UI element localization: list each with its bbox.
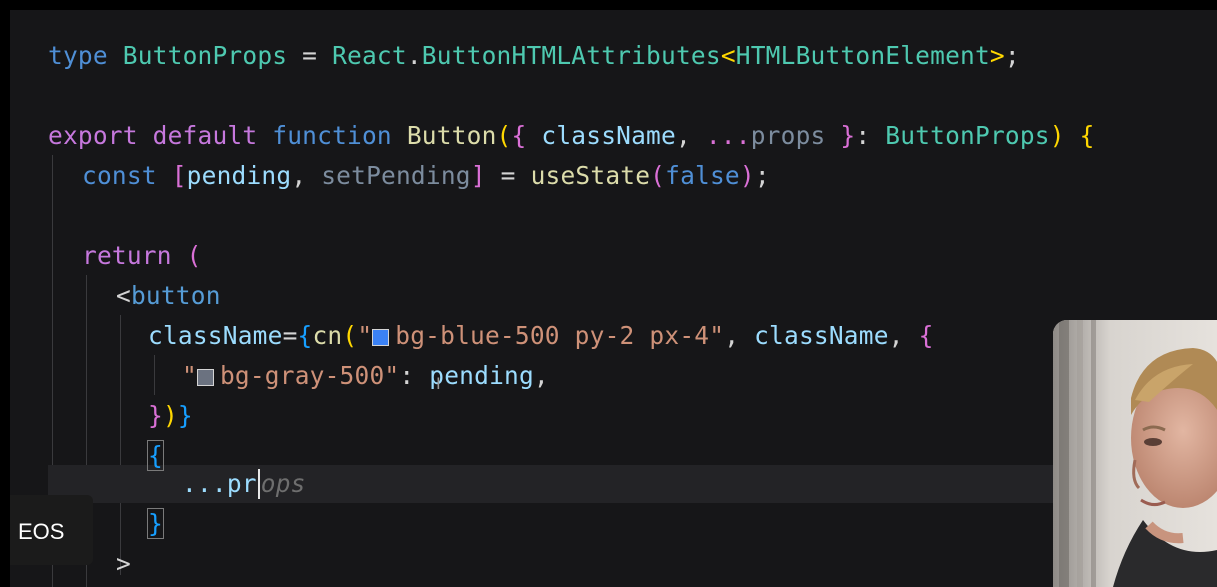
ibeam-cursor-icon: I — [436, 374, 441, 393]
keyword-default: default — [152, 121, 258, 150]
keyword-return: return — [82, 241, 172, 270]
presenter-video-image — [1053, 320, 1217, 587]
angle-open: < — [720, 41, 736, 70]
arg-classname: className — [754, 321, 889, 350]
code-line-5: <button — [116, 276, 221, 316]
operator: = — [287, 41, 333, 70]
var-pending: pending — [186, 161, 292, 190]
literal-false: false — [665, 161, 740, 190]
spread-operator: ... — [705, 121, 751, 150]
code-line-7: " bg-gray-500": pending, — [182, 356, 549, 396]
keyword-type: type — [48, 41, 108, 70]
semicolon: ; — [754, 161, 770, 190]
var-setpending: setPending — [321, 161, 471, 190]
tag-close-bracket: > — [116, 549, 131, 578]
code-line-11: } — [147, 504, 164, 544]
paren-close: ) — [162, 401, 178, 430]
attr-classname: className — [148, 321, 283, 350]
colon: : — [855, 121, 886, 150]
value-pending: pending — [429, 361, 534, 390]
paren-open: ( — [650, 161, 666, 190]
dot: . — [406, 41, 422, 70]
code-line-1: type ButtonProps = React.ButtonHTMLAttri… — [48, 36, 1020, 76]
param-classname: className — [526, 121, 676, 150]
keyword-export: export — [48, 121, 138, 150]
code-line-4: return ( — [82, 236, 202, 276]
color-swatch-blue[interactable] — [372, 329, 390, 346]
eos-badge: EOS — [10, 495, 93, 565]
operator: = — [485, 161, 531, 190]
indent-guide — [154, 355, 155, 395]
paren-open: ( — [496, 121, 512, 150]
comma: , — [675, 121, 706, 150]
string-quote: " — [182, 361, 197, 390]
code-line-3: const [pending, setPending] = useState(f… — [82, 156, 770, 196]
webcam-overlay — [1053, 320, 1217, 587]
brace-close: } — [147, 508, 164, 539]
comma: , — [533, 361, 549, 390]
string-key: bg-gray-500 — [219, 361, 385, 390]
code-line-6: className={cn(" bg-blue-500 py-2 px-4", c… — [148, 316, 934, 356]
code-line-10[interactable]: ...pr ops — [182, 465, 306, 503]
fn-cn: cn — [312, 321, 343, 350]
bracket-close: ] — [470, 161, 486, 190]
body-brace-open: { — [1079, 121, 1095, 150]
typed-text: ...pr — [182, 469, 257, 498]
code-line-8: })} — [148, 396, 193, 436]
brace-close: } — [825, 121, 856, 150]
string-quote: " — [357, 321, 373, 350]
function-name: Button — [406, 121, 497, 150]
object-brace-close: } — [148, 401, 163, 430]
code-editor[interactable]: type ButtonProps = React.ButtonHTMLAttri… — [10, 10, 1217, 587]
semicolon: ; — [1004, 41, 1020, 70]
code-line-2: export default function Button({ classNa… — [48, 116, 1095, 156]
type-element: HTMLButtonElement — [735, 41, 990, 70]
indent-guide — [120, 315, 121, 575]
keyword-function: function — [272, 121, 392, 150]
paren-open: ( — [186, 241, 202, 270]
comma: , — [888, 321, 919, 350]
angle-close: > — [989, 41, 1005, 70]
paren-open: ( — [342, 321, 358, 350]
ghost-suggestion[interactable]: ops — [261, 469, 306, 498]
brace-close: } — [177, 401, 193, 430]
string-quote: " — [709, 321, 725, 350]
type-attributes: ButtonHTMLAttributes — [421, 41, 721, 70]
colon: : — [399, 361, 430, 390]
comma: , — [291, 161, 322, 190]
string-quote: " — [384, 361, 400, 390]
hook-usestate: useState — [530, 161, 651, 190]
code-line-12: > — [116, 544, 131, 584]
type-name: ButtonProps — [122, 41, 288, 70]
param-props: props — [750, 121, 826, 150]
brace-open: { — [297, 321, 313, 350]
tag-open-bracket: < — [116, 281, 131, 310]
paren-close: ) — [739, 161, 755, 190]
namespace-react: React — [332, 41, 407, 70]
tag-button: button — [130, 281, 221, 310]
bracket-open: [ — [171, 161, 187, 190]
keyword-const: const — [82, 161, 157, 190]
comma: , — [724, 321, 755, 350]
paren-close: ) — [1049, 121, 1065, 150]
object-brace-open: { — [918, 321, 934, 350]
eos-label: EOS — [18, 519, 65, 544]
type-reference: ButtonProps — [885, 121, 1050, 150]
brace-open: { — [511, 121, 527, 150]
text-cursor — [257, 469, 260, 499]
code-line-9: { — [147, 436, 164, 476]
brace-open: { — [147, 440, 164, 471]
equals: = — [282, 321, 298, 350]
color-swatch-gray[interactable] — [196, 369, 214, 386]
string-classes: bg-blue-500 py-2 px-4 — [395, 321, 710, 350]
